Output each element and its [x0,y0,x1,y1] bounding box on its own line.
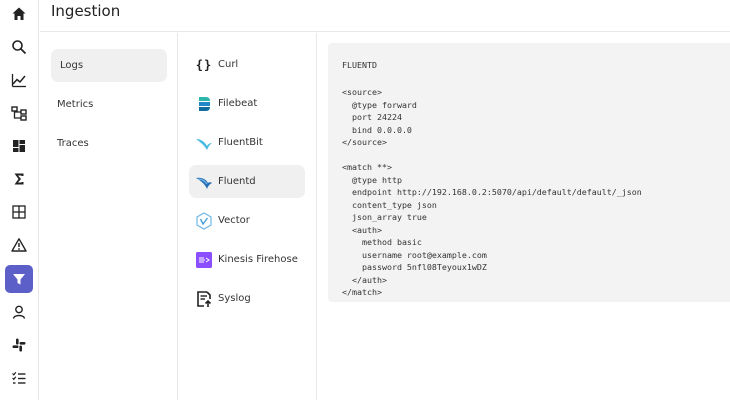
log-source-list: {} Curl Filebeat FluentBit Fluentd Vecto… [178,33,317,400]
filebeat-icon [195,95,213,113]
dashboards-icon[interactable] [5,132,33,160]
syslog-icon [195,290,213,308]
config-code-panel[interactable]: FLUENTD <source> @type forward port 2422… [328,43,730,302]
code-line: password 5nfl08Teyoux1wDZ [342,262,487,272]
source-curl[interactable]: {} Curl [189,48,305,81]
category-label: Logs [60,60,84,71]
traces-icon[interactable] [5,99,33,127]
code-line: bind 0.0.0.0 [342,124,412,135]
code-line: method basic [342,237,422,247]
iam-icon[interactable] [5,298,33,326]
source-vector[interactable]: Vector [189,204,305,237]
source-label: Filebeat [218,98,258,109]
source-label: FluentBit [218,137,263,148]
fluentd-icon [195,173,213,191]
config-code-block[interactable]: <source> @type forward port 24224 bind 0… [342,86,642,299]
code-line: <source> [342,87,382,97]
streams-icon[interactable] [5,198,33,226]
home-icon[interactable] [5,0,33,28]
source-filebeat[interactable]: Filebeat [189,87,305,120]
category-metrics[interactable]: Metrics [51,88,167,121]
metrics-icon[interactable] [5,66,33,94]
alerts-icon[interactable] [5,231,33,259]
left-nav-rail [0,0,39,400]
source-kinesis-firehose[interactable]: Kinesis Firehose [189,243,305,276]
code-line: <auth> [342,224,382,235]
category-logs[interactable]: Logs [51,49,167,82]
page-header: Ingestion [40,0,730,32]
vector-icon [195,211,213,230]
source-fluentd[interactable]: Fluentd [189,165,305,198]
source-fluentbit[interactable]: FluentBit [189,126,305,159]
code-line: endpoint http://192.168.0.2:5070/api/def… [342,187,642,197]
slack-icon[interactable] [5,331,33,359]
source-label: Vector [218,215,250,226]
category-label: Metrics [57,99,94,110]
category-label: Traces [57,138,89,149]
code-line: </source> [342,137,387,147]
source-syslog[interactable]: Syslog [189,282,305,315]
ingestion-category-list: Logs Metrics Traces [40,33,178,400]
reports-icon[interactable] [5,364,33,392]
code-line: @type http [342,174,402,185]
code-line: content_type json [342,199,437,210]
source-label: Curl [218,59,239,70]
page-title: Ingestion [51,2,121,20]
code-line: json_array true [342,212,427,222]
ingestion-icon[interactable] [5,265,33,293]
curl-icon: {} [195,57,213,72]
code-line: username root@example.com [342,249,487,260]
source-label: Syslog [218,293,251,304]
search-icon[interactable] [5,33,33,61]
kinesis-firehose-icon [195,251,213,269]
functions-icon[interactable] [5,165,33,193]
code-line: <match **> [342,162,392,172]
code-line: </auth> [342,274,387,285]
code-line: @type forward [342,99,417,110]
code-line: </match> [342,287,382,297]
config-title: FLUENTD [342,60,377,70]
fluentbit-icon [195,134,213,152]
source-label: Fluentd [218,176,256,187]
category-traces[interactable]: Traces [51,127,167,160]
source-label: Kinesis Firehose [218,254,298,265]
code-line: port 24224 [342,112,402,122]
